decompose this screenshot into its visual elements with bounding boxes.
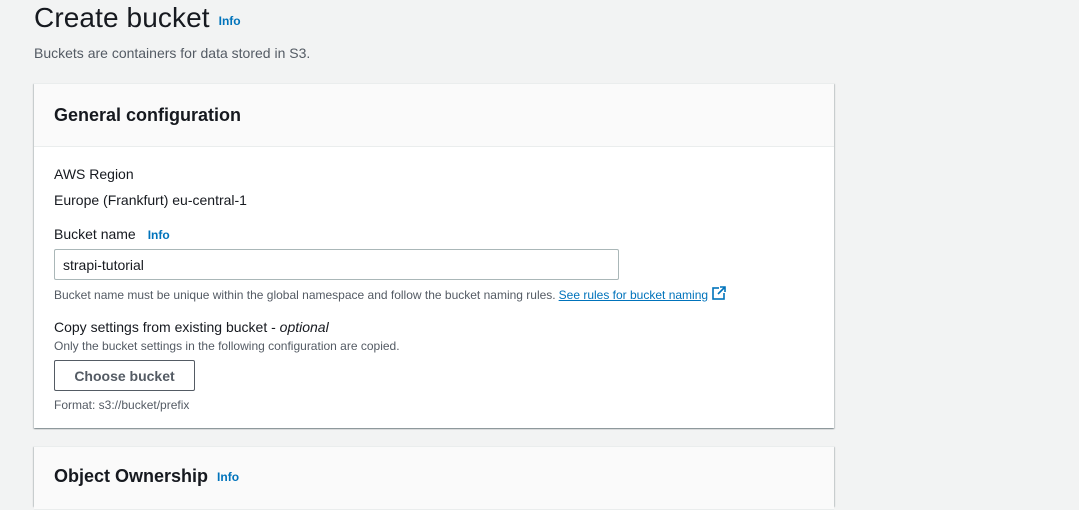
object-ownership-panel: Object Ownership Info	[34, 446, 834, 510]
page-title: Create bucket	[34, 2, 210, 33]
bucket-name-label-row: Bucket name Info	[54, 225, 814, 243]
bucket-name-input[interactable]	[54, 249, 619, 280]
aws-region-value: Europe (Frankfurt) eu-central-1	[54, 192, 247, 208]
title-row: Create bucket Info	[34, 2, 934, 38]
general-configuration-panel: General configuration AWS Region Europe …	[34, 83, 834, 428]
bucket-naming-rules-link[interactable]: See rules for bucket naming	[559, 287, 708, 303]
page-description: Buckets are containers for data stored i…	[34, 45, 311, 61]
external-link-icon[interactable]	[712, 286, 727, 304]
object-ownership-title: Object Ownership	[54, 466, 209, 486]
aws-region-label: AWS Region	[54, 166, 134, 182]
copy-settings-label: Copy settings from existing bucket - opt…	[54, 318, 814, 336]
general-configuration-header: General configuration	[34, 84, 834, 147]
object-ownership-header: Object Ownership Info	[34, 447, 834, 510]
bucket-name-constraint-text: Bucket name must be unique within the gl…	[54, 288, 556, 302]
copy-settings-description: Only the bucket settings in the followin…	[54, 339, 400, 353]
bucket-name-constraint: Bucket name must be unique within the gl…	[54, 286, 814, 304]
bucket-name-label: Bucket name	[54, 226, 136, 242]
general-configuration-body: AWS Region Europe (Frankfurt) eu-central…	[34, 147, 834, 413]
copy-settings-optional: optional	[279, 319, 329, 335]
bucket-name-info-link[interactable]: Info	[148, 228, 170, 242]
general-configuration-title: General configuration	[54, 105, 242, 125]
object-ownership-info-link[interactable]: Info	[217, 470, 239, 484]
page-header: Create bucket Info Buckets are container…	[34, 0, 934, 62]
copy-settings-label-text: Copy settings from existing bucket -	[54, 319, 280, 335]
page-info-link[interactable]: Info	[219, 14, 241, 28]
choose-bucket-button[interactable]: Choose bucket	[54, 360, 195, 391]
copy-settings-format-hint: Format: s3://bucket/prefix	[54, 398, 190, 412]
